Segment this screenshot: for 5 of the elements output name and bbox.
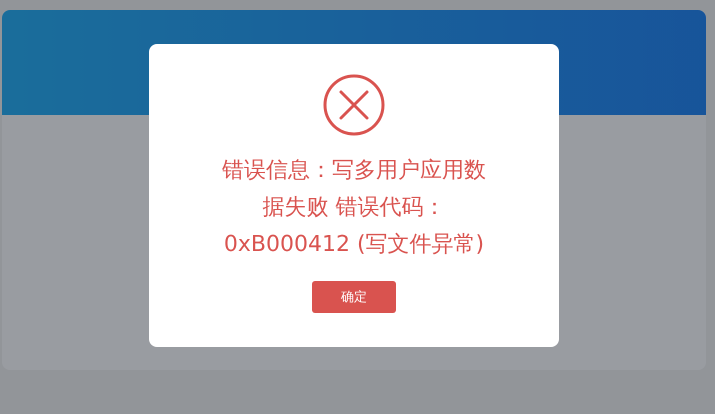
error-icon bbox=[323, 74, 385, 136]
error-message-line: 据失败 错误代码： bbox=[262, 194, 446, 222]
confirm-button[interactable]: 确定 bbox=[312, 281, 396, 313]
error-message-line: 0xB000412 (写文件异常) bbox=[224, 231, 484, 259]
error-message-line: 错误信息：写多用户应用数 bbox=[222, 157, 486, 185]
